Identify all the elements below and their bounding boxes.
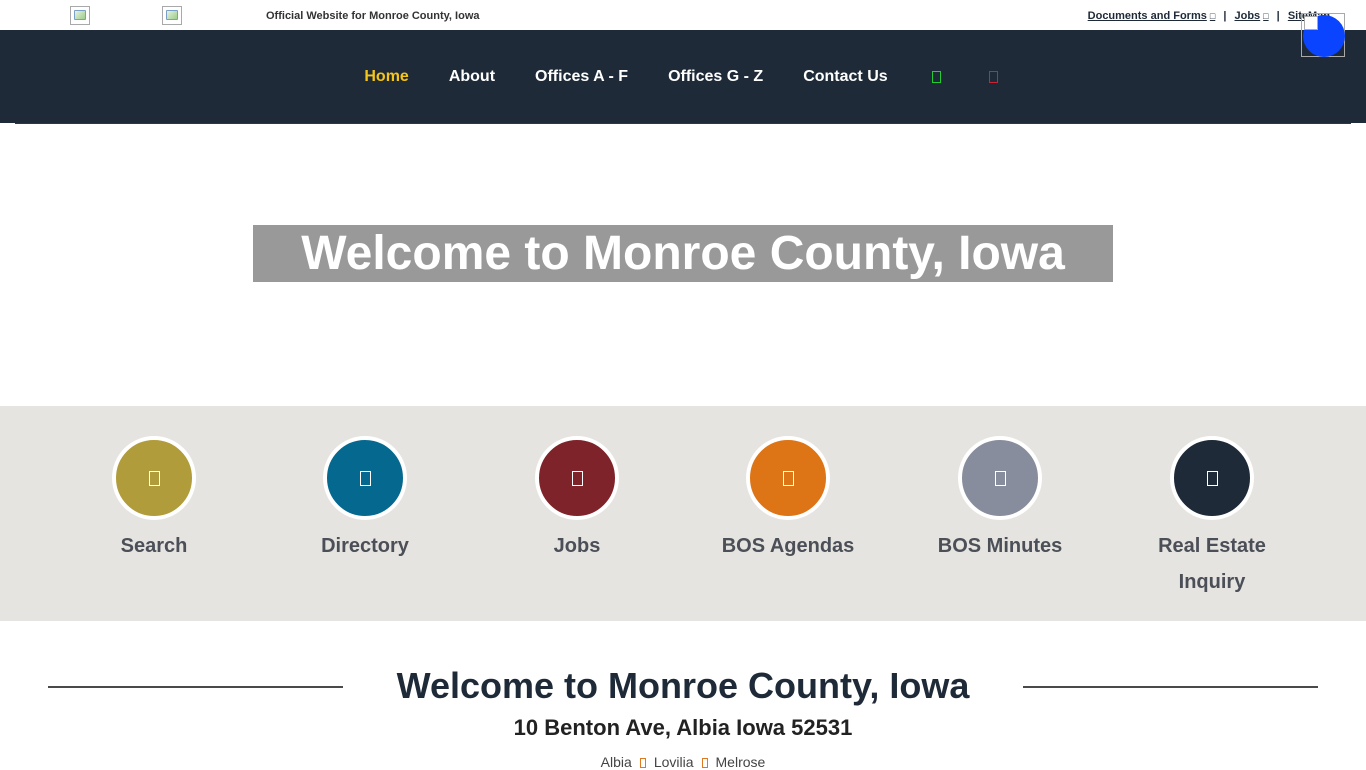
search-icon [149,471,160,486]
intro-section: Welcome to Monroe County, Iowa 10 Benton… [0,621,1366,770]
town-separator-icon [639,758,646,768]
green-square-icon[interactable] [931,70,941,83]
nav-about[interactable]: About [429,68,515,86]
hero-section: Welcome to Monroe County, Iowa [0,124,1366,406]
quick-link-directory[interactable]: Directory [265,436,465,564]
agenda-circle[interactable] [746,436,830,520]
town-separator-icon [701,758,708,768]
external-link-icon: □ [1263,11,1269,21]
quick-link-search[interactable]: Search [54,436,254,564]
quick-link-label[interactable]: Search [54,528,254,564]
quick-link-label[interactable]: Jobs [477,528,677,564]
nav-contact-us[interactable]: Contact Us [783,68,907,86]
nav-offices-a-f[interactable]: Offices A - F [515,68,648,86]
quick-link-label[interactable]: Real Estate Inquiry [1137,528,1287,600]
utility-links: Documents and Forms□ | Jobs□ | SiteMap [1088,10,1330,22]
main-nav: Home About Offices A - F Offices G - Z C… [0,30,1366,123]
nav-home[interactable]: Home [344,68,428,86]
nav-offices-g-z[interactable]: Offices G - Z [648,68,783,86]
directory-icon [360,471,371,486]
agenda-icon [783,471,794,486]
quick-link-label[interactable]: BOS Agendas [688,528,888,564]
main-navbar: Home About Offices A - F Offices G - Z C… [0,30,1366,123]
jobs-link[interactable]: Jobs □ [1234,10,1268,22]
quick-link-label[interactable]: BOS Minutes [900,528,1100,564]
real-estate-icon [1207,471,1218,486]
search-circle[interactable] [112,436,196,520]
quick-link-jobs[interactable]: Jobs [477,436,677,564]
quick-link-bos-minutes[interactable]: BOS Minutes [900,436,1100,564]
minutes-circle[interactable] [958,436,1042,520]
real-estate-circle[interactable] [1170,436,1254,520]
jobs-circle[interactable] [535,436,619,520]
documents-forms-link[interactable]: Documents and Forms □ [1088,10,1216,22]
intro-title: Welcome to Monroe County, Iowa [396,665,970,706]
hero-title: Welcome to Monroe County, Iowa [253,225,1113,282]
quick-link-bos-agendas[interactable]: BOS Agendas [688,436,888,564]
logo-image-broken[interactable] [70,6,90,25]
site-tagline: Official Website for Monroe County, Iowa [266,10,480,22]
intro-address: 10 Benton Ave, Albia Iowa 52531 [513,715,853,740]
red-square-icon[interactable] [988,70,998,83]
jobs-icon [572,471,583,486]
accessibility-button[interactable] [1301,13,1345,57]
quick-link-label[interactable]: Directory [265,528,465,564]
quick-links-band: Search Directory Jobs BOS Agendas BOS Mi… [0,406,1366,621]
link-separator: | [1223,10,1227,22]
minutes-icon [995,471,1006,486]
link-separator: | [1276,10,1280,22]
quick-link-real-estate[interactable]: Real Estate Inquiry [1112,436,1312,600]
directory-circle[interactable] [323,436,407,520]
seal-image-broken[interactable] [162,6,182,25]
broken-image-icon [1304,16,1318,30]
top-bar: Official Website for Monroe County, Iowa… [0,0,1366,30]
external-link-icon: □ [1209,11,1216,21]
